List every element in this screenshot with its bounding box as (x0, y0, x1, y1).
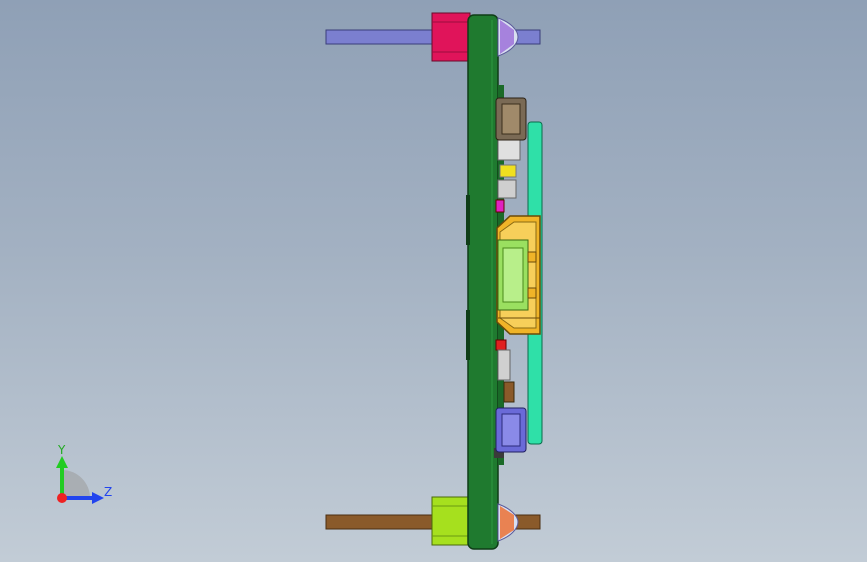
cad-viewport[interactable] (0, 0, 867, 562)
y-axis-label: Y (57, 443, 66, 457)
top-clip[interactable] (497, 17, 519, 57)
triad-quarter-disc (62, 470, 90, 498)
x-axis-dot (57, 493, 67, 503)
top-nut[interactable] (495, 97, 527, 141)
bottom-standoff[interactable] (431, 496, 471, 546)
bottom-nut[interactable] (495, 407, 527, 453)
usb-connector[interactable] (496, 215, 541, 335)
orientation-triad: Y Z (56, 443, 112, 504)
z-axis-arrowhead (92, 492, 104, 504)
main-board[interactable] (466, 14, 499, 550)
top-standoff[interactable] (431, 12, 471, 62)
bottom-clip[interactable] (497, 503, 519, 542)
z-axis-label: Z (104, 485, 112, 499)
y-axis-arrowhead (56, 456, 68, 468)
